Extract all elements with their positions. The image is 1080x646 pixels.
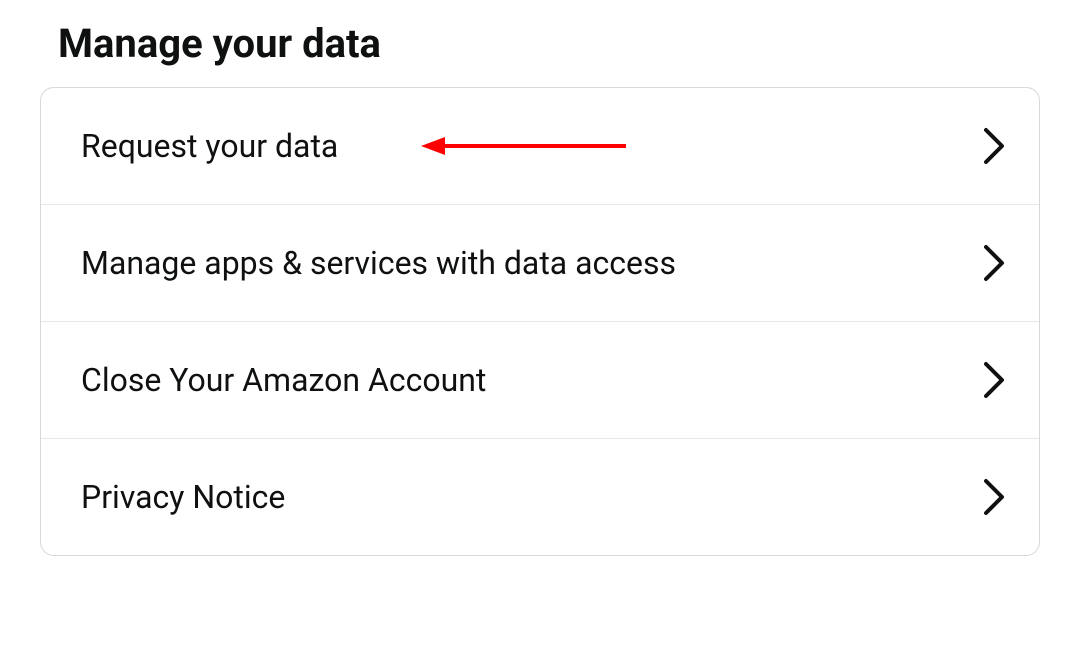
chevron-right-icon — [981, 477, 1007, 517]
list-item-label: Manage apps & services with data access — [81, 244, 676, 282]
list-item-privacy-notice[interactable]: Privacy Notice — [41, 439, 1039, 555]
chevron-right-icon — [981, 360, 1007, 400]
list-item-label: Privacy Notice — [81, 478, 285, 516]
manage-data-list: Request your data Manage apps & services… — [40, 87, 1040, 556]
list-item-close-account[interactable]: Close Your Amazon Account — [41, 322, 1039, 439]
list-item-manage-apps[interactable]: Manage apps & services with data access — [41, 205, 1039, 322]
chevron-right-icon — [981, 243, 1007, 283]
annotation-arrow-icon — [421, 131, 631, 161]
list-item-request-data[interactable]: Request your data — [41, 88, 1039, 205]
section-title: Manage your data — [40, 20, 1040, 67]
list-item-label: Request your data — [81, 127, 338, 165]
chevron-right-icon — [981, 126, 1007, 166]
list-item-label: Close Your Amazon Account — [81, 361, 486, 399]
